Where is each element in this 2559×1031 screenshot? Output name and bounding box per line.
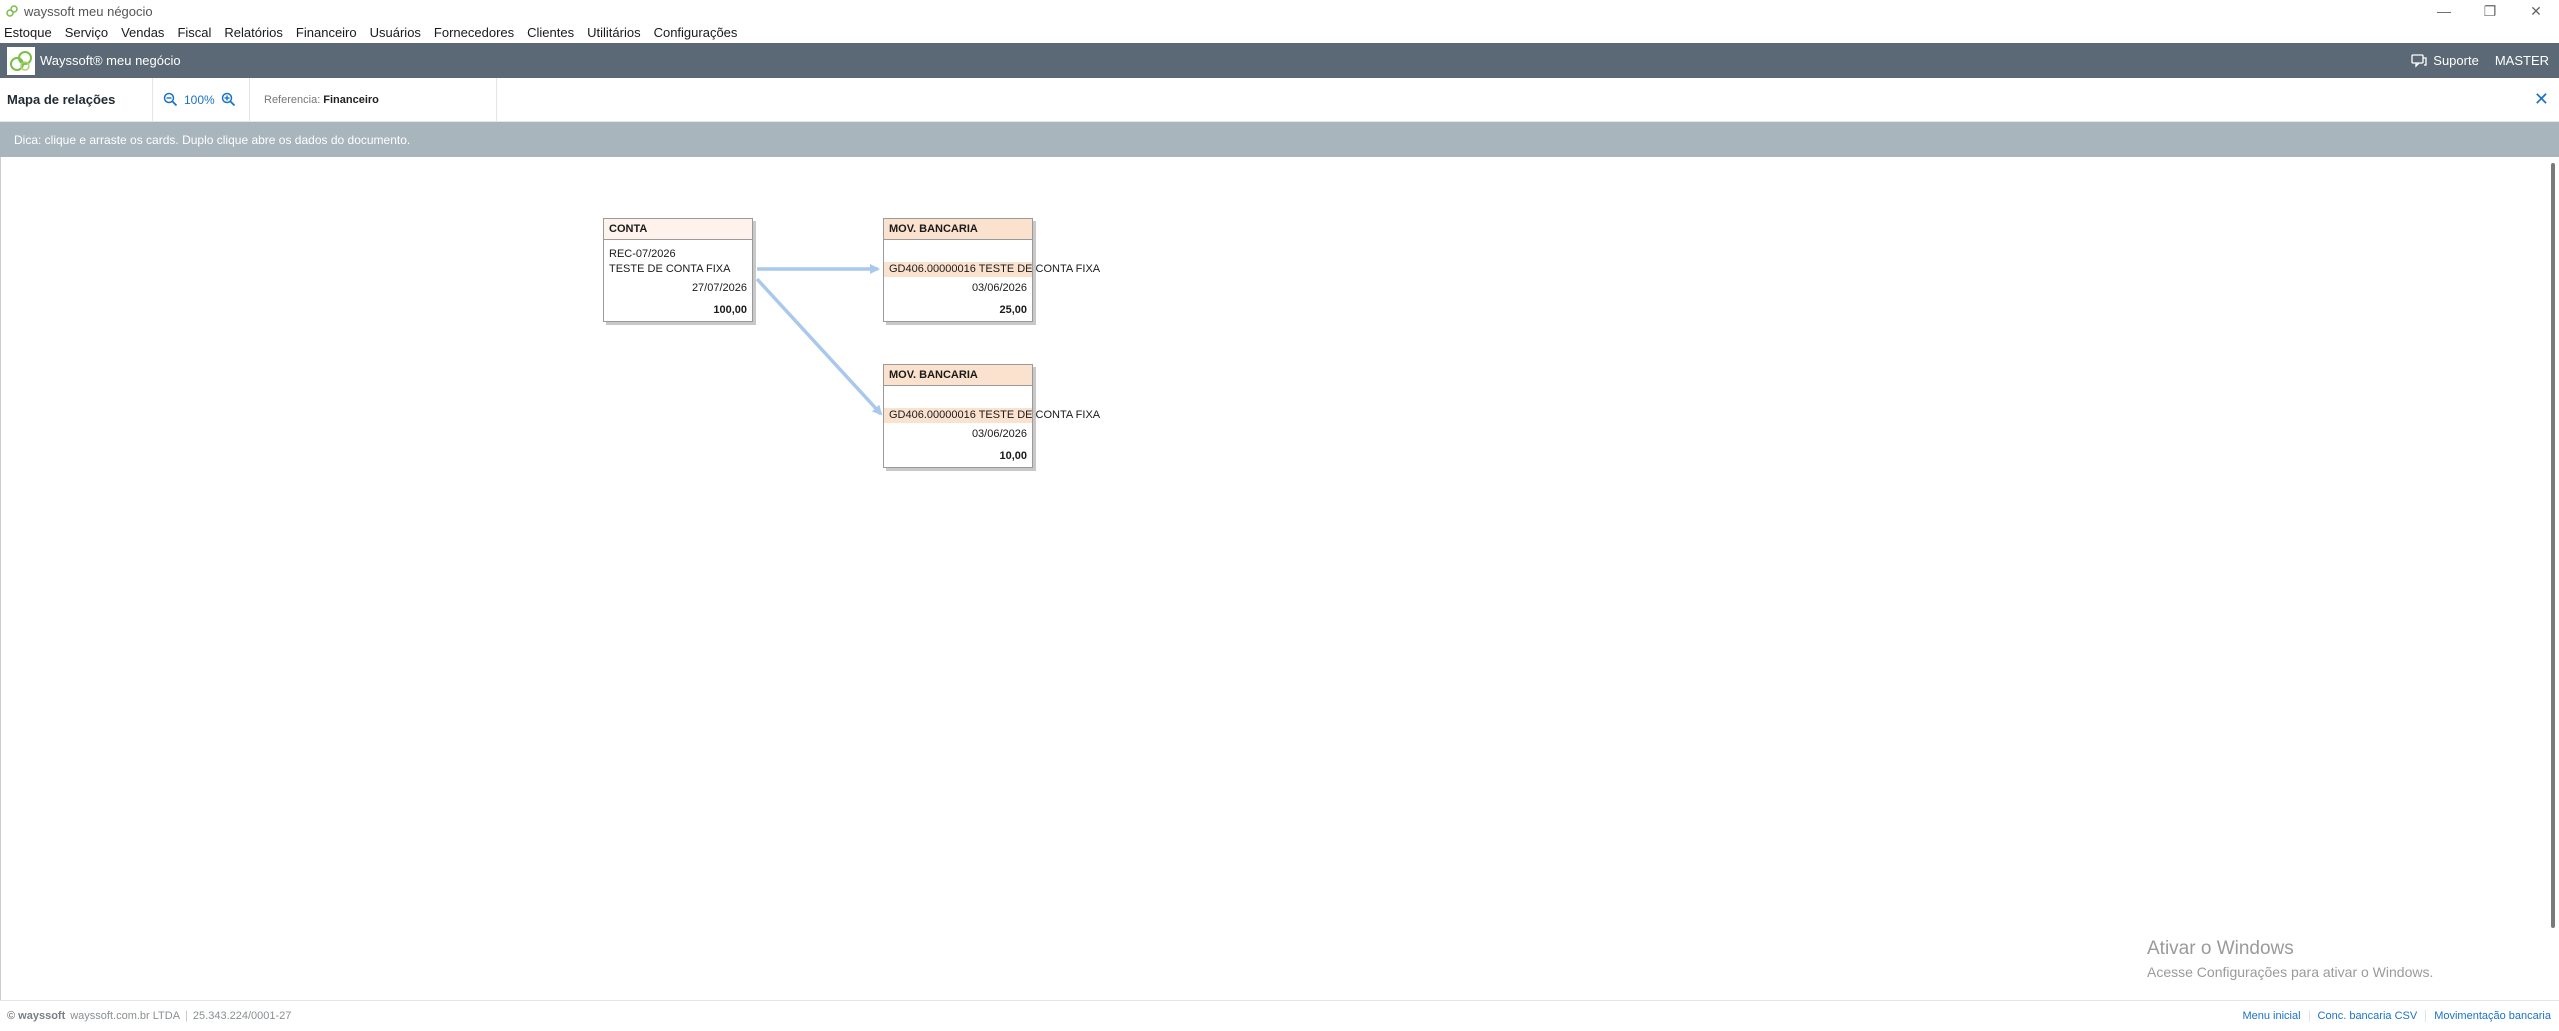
window-title: wayssoft meu négocio bbox=[24, 3, 153, 19]
card-value: 10,00 bbox=[999, 450, 1027, 462]
menu-utilitarios[interactable]: Utilitários bbox=[587, 25, 640, 40]
user-name[interactable]: MASTER bbox=[2495, 53, 2549, 68]
page-toolbar: Mapa de relações 100% Referencia: Financ… bbox=[0, 77, 2559, 122]
link-menu-inicial[interactable]: Menu inicial bbox=[2234, 1010, 2308, 1022]
link-conc-bancaria-csv[interactable]: Conc. bancaria CSV bbox=[2308, 1010, 2426, 1022]
footer-separator: | bbox=[185, 1010, 188, 1022]
toolbar-divider bbox=[496, 77, 497, 122]
menu-bar: Estoque Serviço Vendas Fiscal Relatórios… bbox=[0, 22, 2559, 43]
reference-value: Financeiro bbox=[323, 93, 379, 106]
card-mov-bancaria[interactable]: MOV. BANCARIA GD406.00000016 TESTE DE CO… bbox=[883, 218, 1100, 322]
menu-relatorios[interactable]: Relatórios bbox=[224, 25, 283, 40]
app-header: Wayssoft® meu negócio Suporte MASTER bbox=[0, 43, 2559, 78]
card-doc-number: REC-07/2026 bbox=[609, 248, 676, 260]
support-button[interactable]: Suporte bbox=[2411, 53, 2479, 68]
support-label: Suporte bbox=[2433, 53, 2479, 68]
restore-button[interactable]: ❐ bbox=[2467, 0, 2513, 22]
reference-info: Referencia: Financeiro bbox=[250, 94, 496, 106]
card-value: 25,00 bbox=[999, 304, 1027, 316]
card-header: CONTA bbox=[604, 219, 752, 240]
relation-arrow-2 bbox=[755, 277, 883, 416]
close-map-button[interactable]: ✕ bbox=[2534, 90, 2549, 108]
card-conta[interactable]: CONTA REC-07/2026 TESTE DE CONTA FIXA 27… bbox=[603, 218, 753, 322]
reference-label: Referencia: bbox=[264, 93, 321, 106]
card-mov-bancaria[interactable]: MOV. BANCARIA GD406.00000016 TESTE DE CO… bbox=[883, 364, 1100, 468]
menu-estoque[interactable]: Estoque bbox=[4, 25, 52, 40]
footer-links: Menu inicial Conc. bancaria CSV Moviment… bbox=[2234, 1001, 2559, 1031]
card-doc-description: GD406.00000016 TESTE DE CONTA FIXA bbox=[884, 408, 1100, 423]
menu-fornecedores[interactable]: Fornecedores bbox=[434, 25, 514, 40]
footer-company: wayssoft.com.br LTDA bbox=[70, 1010, 181, 1022]
menu-usuarios[interactable]: Usuários bbox=[370, 25, 421, 40]
card-header: MOV. BANCARIA bbox=[884, 219, 1032, 240]
menu-financeiro[interactable]: Financeiro bbox=[296, 25, 357, 40]
menu-clientes[interactable]: Clientes bbox=[527, 25, 574, 40]
card-date: 27/07/2026 bbox=[691, 282, 747, 294]
footer-cnpj: 25.343.224/0001-27 bbox=[192, 1010, 292, 1022]
chat-icon bbox=[2411, 53, 2427, 68]
status-footer: © wayssoft wayssoft.com.br LTDA | 25.343… bbox=[0, 1000, 2559, 1031]
menu-vendas[interactable]: Vendas bbox=[121, 25, 164, 40]
link-movimentacao-bancaria[interactable]: Movimentação bancaria bbox=[2425, 1010, 2559, 1022]
card-value: 100,00 bbox=[713, 304, 747, 316]
app-logo bbox=[7, 46, 35, 75]
canvas-scrollbar[interactable] bbox=[2551, 163, 2555, 928]
minimize-button[interactable]: — bbox=[2421, 0, 2467, 22]
close-window-button[interactable]: ✕ bbox=[2513, 0, 2559, 22]
window-titlebar: wayssoft meu négocio — ❐ ✕ bbox=[0, 0, 2559, 22]
relations-canvas[interactable]: CONTA REC-07/2026 TESTE DE CONTA FIXA 27… bbox=[0, 157, 2559, 1000]
zoom-in-icon[interactable] bbox=[221, 92, 236, 107]
window-controls: — ❐ ✕ bbox=[2421, 0, 2559, 22]
card-header: MOV. BANCARIA bbox=[884, 365, 1032, 386]
logo-icon bbox=[10, 50, 32, 71]
watermark-title: Ativar o Windows bbox=[2147, 938, 2294, 959]
card-doc-description: GD406.00000016 TESTE DE CONTA FIXA bbox=[884, 262, 1100, 277]
card-date: 03/06/2026 bbox=[971, 428, 1027, 440]
app-leaf-icon bbox=[6, 5, 18, 17]
connector-layer bbox=[755, 264, 883, 416]
menu-fiscal[interactable]: Fiscal bbox=[177, 25, 211, 40]
watermark-subtitle: Acesse Configurações para ativar o Windo… bbox=[2147, 964, 2434, 980]
footer-brand: © wayssoft bbox=[7, 1010, 66, 1022]
zoom-out-icon[interactable] bbox=[163, 92, 178, 107]
app-name: Wayssoft® meu negócio bbox=[40, 53, 181, 68]
page-title: Mapa de relações bbox=[7, 92, 116, 107]
card-description: TESTE DE CONTA FIXA bbox=[609, 263, 731, 275]
zoom-controls: 100% bbox=[153, 92, 249, 107]
windows-activation-watermark: Ativar o Windows Acesse Configurações pa… bbox=[2147, 938, 2433, 980]
card-date: 03/06/2026 bbox=[971, 282, 1027, 294]
menu-configuracoes[interactable]: Configurações bbox=[654, 25, 738, 40]
zoom-level: 100% bbox=[184, 92, 215, 107]
hint-bar: Dica: clique e arraste os cards. Duplo c… bbox=[0, 122, 2559, 157]
menu-servico[interactable]: Serviço bbox=[65, 25, 108, 40]
